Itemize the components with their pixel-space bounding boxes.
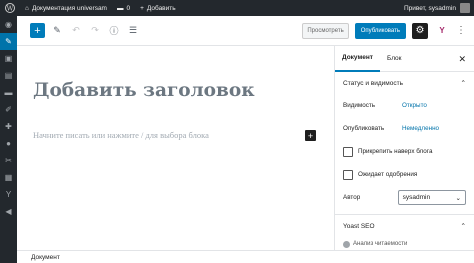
chevron-up-icon: ⌃ [460, 223, 466, 230]
home-icon: ⌂ [25, 4, 29, 12]
breadcrumb-document[interactable]: Документ [31, 254, 60, 261]
inline-add-block-button[interactable]: + [305, 130, 316, 141]
visibility-link[interactable]: Открыто [402, 102, 427, 109]
tools-pencil-icon[interactable]: ✎ [50, 24, 64, 38]
new-content-label: Добавить [146, 4, 176, 12]
publish-button[interactable]: Опубликовать [354, 22, 406, 39]
block-placeholder[interactable]: Начните писать или нажмите / для выбора … [33, 130, 209, 140]
publish-date-link[interactable]: Немедленно [402, 125, 439, 132]
tab-block[interactable]: Блок [380, 46, 409, 72]
settings-tabs: Документ Блок ✕ [335, 46, 474, 72]
readability-status-icon [343, 240, 350, 248]
close-icon[interactable]: ✕ [458, 54, 466, 65]
tab-document[interactable]: Документ [335, 46, 380, 72]
wordpress-logo-icon[interactable]: W [0, 0, 20, 16]
visibility-label: Видимость [343, 102, 376, 109]
undo-icon[interactable]: ↶ [69, 24, 83, 38]
stick-to-top-checkbox[interactable] [343, 146, 353, 157]
publish-row: Опубликовать Немедленно [335, 117, 474, 140]
preview-button[interactable]: Просмотреть [302, 22, 349, 39]
media-icon[interactable]: ▣ [0, 50, 17, 67]
stick-to-top-row[interactable]: Прикрепить наверх блога [335, 140, 474, 163]
chevron-up-icon: ⌃ [460, 80, 466, 87]
author-label: Автор [343, 194, 361, 201]
more-options-icon[interactable]: ⋮ [456, 25, 466, 36]
readability-row[interactable]: Анализ читаемости [335, 237, 474, 251]
visibility-row: Видимость Открыто [335, 94, 474, 117]
pages-icon[interactable]: ▤ [0, 67, 17, 84]
pending-review-label: Ожидает одобрения [358, 171, 418, 178]
editor-canvas[interactable]: Добавить заголовок Начните писать или на… [17, 46, 334, 250]
status-section-title: Статус и видимость [343, 79, 403, 87]
comment-icon: ▬ [116, 4, 124, 12]
author-value: sysadmin [402, 194, 431, 201]
comments-icon[interactable]: ▬ [0, 84, 17, 101]
site-name: Документация universam [31, 4, 107, 12]
tools-icon[interactable]: ✂ [0, 152, 17, 169]
appearance-icon[interactable]: ✐ [0, 101, 17, 118]
footer-breadcrumb: Документ [17, 250, 474, 263]
post-title-input[interactable]: Добавить заголовок [33, 80, 255, 101]
chevron-down-icon: ⌄ [455, 194, 461, 202]
account-menu[interactable]: Привет, sysadmin [404, 3, 474, 13]
collapse-menu-icon[interactable]: ◀ [0, 203, 17, 220]
yoast-menu-icon[interactable]: Y [0, 186, 17, 203]
plus-icon: + [140, 4, 144, 12]
new-content-link[interactable]: + Добавить [135, 0, 181, 16]
editor-toolbar: + ✎ ↶ ↷ ⓘ ☰ Просмотреть Опубликовать ⚙ Y… [17, 16, 474, 46]
stick-to-top-label: Прикрепить наверх блога [358, 148, 433, 155]
avatar [460, 3, 470, 13]
publish-label: Опубликовать [343, 125, 385, 132]
settings-gear-icon[interactable]: ⚙ [412, 22, 428, 39]
posts-pin-icon[interactable]: ✎ [0, 33, 17, 50]
svg-text:W: W [7, 4, 14, 12]
list-view-icon[interactable]: ☰ [126, 24, 140, 38]
admin-sidebar: ◉ ✎ ▣ ▤ ▬ ✐ ✚ ● ✂ ▦ Y ◀ [0, 16, 17, 263]
settings-sidebar: Документ Блок ✕ Статус и видимость ⌃ Вид… [334, 46, 474, 250]
yoast-icon[interactable]: Y [434, 23, 450, 39]
greeting: Привет, sysadmin [403, 4, 456, 12]
comments-link[interactable]: ▬ 0 [112, 0, 135, 16]
comments-count: 0 [126, 4, 131, 12]
pending-review-row[interactable]: Ожидает одобрения [335, 163, 474, 186]
admin-bar: W ⌂ Документация universam ▬ 0 + Добавит… [0, 0, 474, 16]
settings-icon[interactable]: ▦ [0, 169, 17, 186]
users-icon[interactable]: ● [0, 135, 17, 152]
pending-review-checkbox[interactable] [343, 169, 353, 180]
dashboard-icon[interactable]: ◉ [0, 16, 17, 33]
yoast-section-header[interactable]: Yoast SEO ⌃ [335, 215, 474, 237]
readability-label: Анализ читаемости [353, 241, 408, 247]
info-icon[interactable]: ⓘ [107, 24, 121, 38]
add-block-button[interactable]: + [30, 23, 45, 38]
plugins-icon[interactable]: ✚ [0, 118, 17, 135]
status-section-header[interactable]: Статус и видимость ⌃ [335, 72, 474, 94]
author-select[interactable]: sysadmin ⌄ [397, 190, 466, 205]
site-name-link[interactable]: ⌂ Документация universam [20, 0, 112, 16]
author-row: Автор sysadmin ⌄ [335, 186, 474, 209]
redo-icon[interactable]: ↷ [88, 24, 102, 38]
yoast-section-title: Yoast SEO [343, 222, 375, 230]
